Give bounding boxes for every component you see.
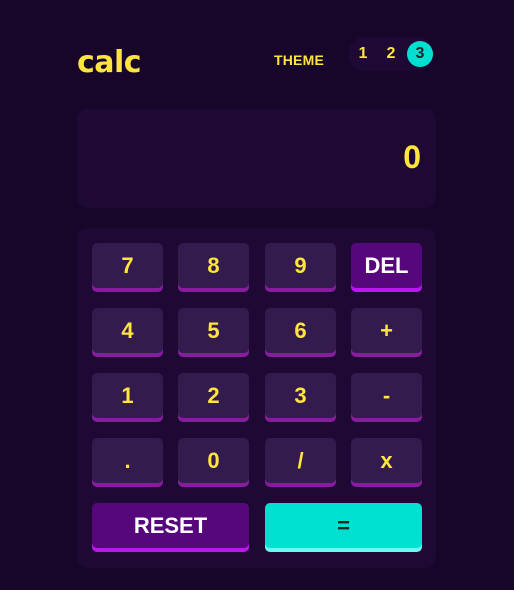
header: calc THEME 1 2 3 — [77, 35, 436, 80]
key-2[interactable]: 2 — [178, 373, 249, 418]
theme-option-1[interactable]: 1 — [350, 41, 376, 67]
theme-toggle[interactable]: 1 2 3 — [348, 37, 434, 71]
equals-button[interactable]: = — [265, 503, 422, 548]
key-7[interactable]: 7 — [92, 243, 163, 288]
key-9[interactable]: 9 — [265, 243, 336, 288]
theme-label: THEME — [274, 52, 324, 68]
key-4[interactable]: 4 — [92, 308, 163, 353]
key-3[interactable]: 3 — [265, 373, 336, 418]
key-1[interactable]: 1 — [92, 373, 163, 418]
key-multiply[interactable]: x — [351, 438, 422, 483]
theme-option-2[interactable]: 2 — [378, 41, 404, 67]
display-value: 0 — [403, 139, 421, 175]
key-0[interactable]: 0 — [178, 438, 249, 483]
key-plus[interactable]: + — [351, 308, 422, 353]
app-logo: calc — [77, 45, 142, 80]
key-6[interactable]: 6 — [265, 308, 336, 353]
key-5[interactable]: 5 — [178, 308, 249, 353]
key-divide[interactable]: / — [265, 438, 336, 483]
calculator-app: calc THEME 1 2 3 0 7 8 9 DEL 4 5 6 + 1 2… — [77, 0, 436, 590]
calculator-display: 0 — [77, 109, 436, 208]
delete-button[interactable]: DEL — [351, 243, 422, 288]
theme-option-3-active[interactable]: 3 — [407, 41, 433, 67]
key-minus[interactable]: - — [351, 373, 422, 418]
reset-button[interactable]: RESET — [92, 503, 249, 548]
keypad: 7 8 9 DEL 4 5 6 + 1 2 3 - . 0 / x RESET … — [77, 228, 436, 568]
key-8[interactable]: 8 — [178, 243, 249, 288]
key-decimal[interactable]: . — [92, 438, 163, 483]
